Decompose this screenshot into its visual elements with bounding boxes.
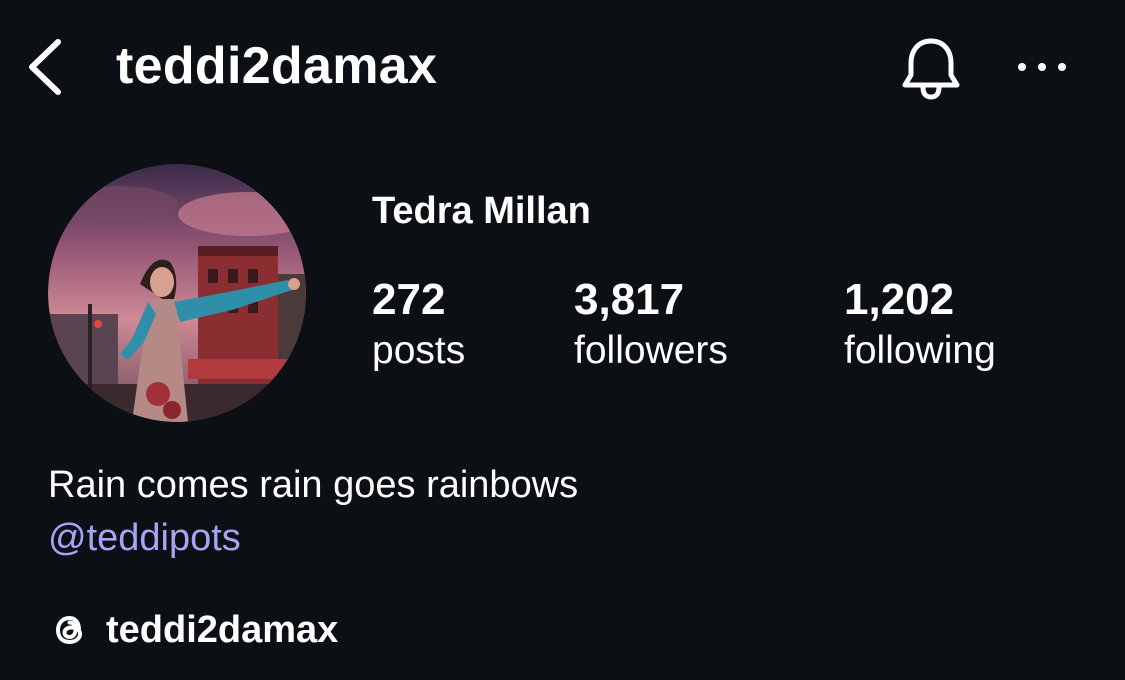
stat-followers[interactable]: 3,817 followers bbox=[574, 274, 728, 376]
posts-label: posts bbox=[372, 329, 466, 372]
back-button[interactable] bbox=[22, 36, 72, 98]
chevron-left-icon bbox=[29, 39, 61, 95]
stat-posts[interactable]: 272 posts bbox=[372, 274, 465, 376]
avatar[interactable] bbox=[48, 164, 306, 422]
posts-count: 272 bbox=[372, 275, 446, 324]
more-horizontal-icon bbox=[1018, 63, 1066, 71]
notifications-button[interactable] bbox=[896, 33, 966, 103]
following-label: following bbox=[844, 329, 996, 372]
header-username: teddi2damax bbox=[116, 37, 438, 95]
threads-icon bbox=[56, 616, 82, 644]
stat-following[interactable]: 1,202 following bbox=[844, 274, 996, 376]
profile-header: teddi2damax bbox=[0, 0, 1125, 135]
threads-profile-link[interactable]: teddi2damax bbox=[48, 603, 338, 657]
threads-username: teddi2damax bbox=[106, 609, 339, 651]
followers-count: 3,817 bbox=[574, 275, 685, 324]
bio-text: Rain comes rain goes rainbows bbox=[48, 464, 579, 506]
followers-label: followers bbox=[574, 329, 728, 372]
profile-screen: teddi2damax Tedra Millan 272 posts 3,817… bbox=[0, 0, 1125, 680]
following-count: 1,202 bbox=[844, 275, 955, 324]
display-name: Tedra Millan bbox=[372, 190, 591, 232]
more-options-button[interactable] bbox=[1012, 52, 1072, 82]
bell-icon bbox=[902, 38, 960, 100]
bio-mention-link[interactable]: @teddipots bbox=[48, 513, 241, 563]
profile-photo bbox=[48, 164, 306, 422]
